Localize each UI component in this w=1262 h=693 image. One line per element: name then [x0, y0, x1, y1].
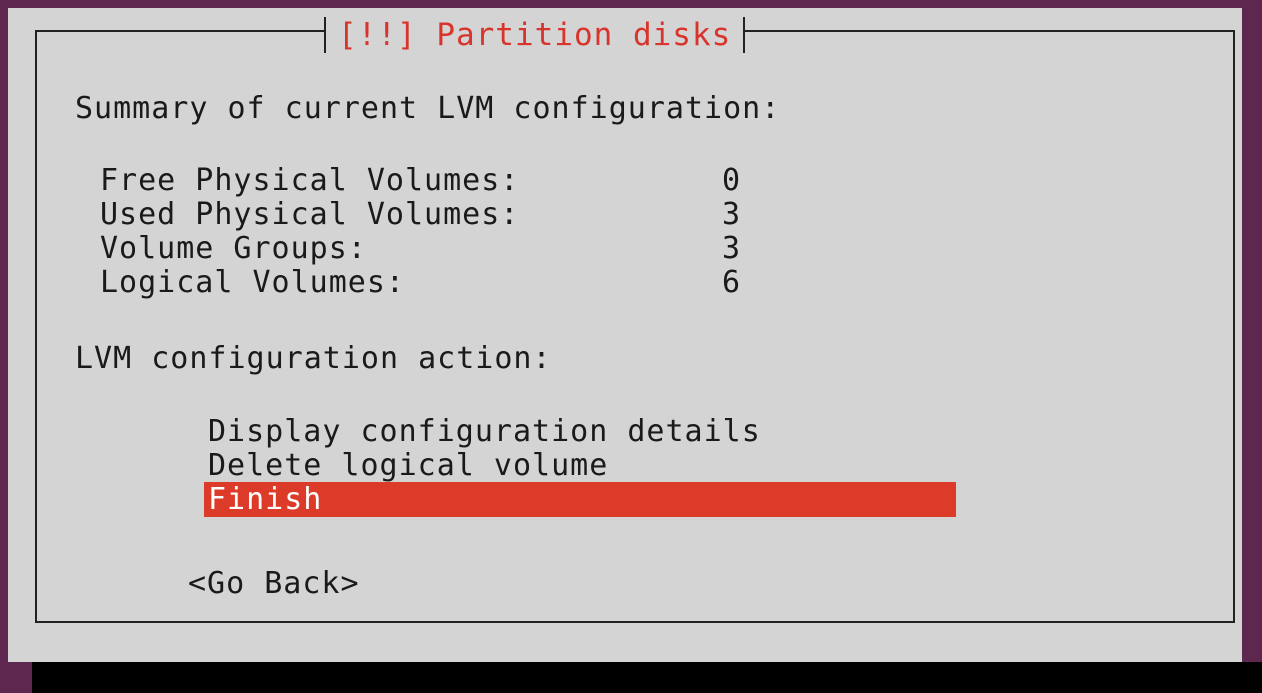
stat-label-free-pv: Free Physical Volumes:: [100, 163, 520, 198]
stat-label-used-pv: Used Physical Volumes:: [100, 197, 520, 232]
dialog-title: [!!] Partition disks: [338, 17, 732, 53]
menu-item-finish[interactable]: Finish: [204, 482, 956, 517]
menu-item-display-config[interactable]: Display configuration details: [204, 414, 956, 449]
action-heading: LVM configuration action:: [75, 341, 552, 376]
dialog-shadow: [32, 662, 1262, 693]
stat-value-logical-volumes: 6: [722, 265, 741, 300]
stat-label-volume-groups: Volume Groups:: [100, 231, 367, 266]
go-back-button[interactable]: <Go Back>: [188, 566, 360, 602]
stat-value-volume-groups: 3: [722, 231, 741, 266]
summary-heading: Summary of current LVM configuration:: [75, 91, 781, 126]
stat-value-free-pv: 0: [722, 163, 741, 198]
menu-item-delete-lv[interactable]: Delete logical volume: [204, 448, 956, 483]
stat-value-used-pv: 3: [722, 197, 741, 232]
stat-label-logical-volumes: Logical Volumes:: [100, 265, 405, 300]
dialog-title-box: [!!] Partition disks: [324, 17, 746, 53]
partition-disks-dialog: [!!] Partition disks Summary of current …: [8, 8, 1242, 662]
